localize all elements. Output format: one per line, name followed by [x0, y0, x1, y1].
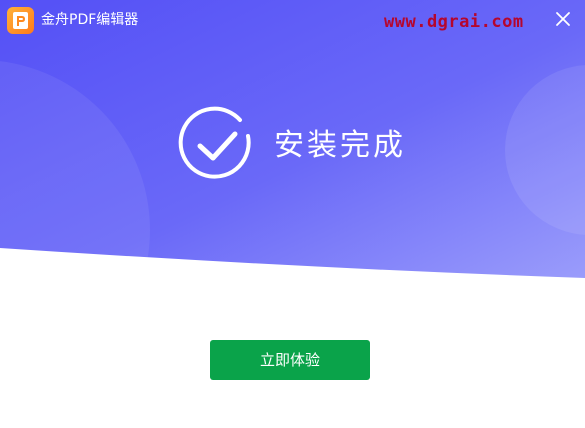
installer-window: 金舟PDF编辑器 www.dgrai.com 安装完成 立即体验	[0, 0, 585, 428]
check-circle-icon	[178, 106, 251, 179]
app-logo-icon	[7, 7, 34, 34]
close-icon	[556, 12, 570, 26]
title-bar: 金舟PDF编辑器 www.dgrai.com	[0, 0, 585, 40]
app-title: 金舟PDF编辑器	[41, 12, 139, 28]
close-button[interactable]	[552, 8, 574, 30]
install-complete-text: 安装完成	[274, 128, 406, 163]
watermark-text: www.dgrai.com	[384, 12, 524, 32]
start-now-button[interactable]: 立即体验	[210, 340, 370, 380]
